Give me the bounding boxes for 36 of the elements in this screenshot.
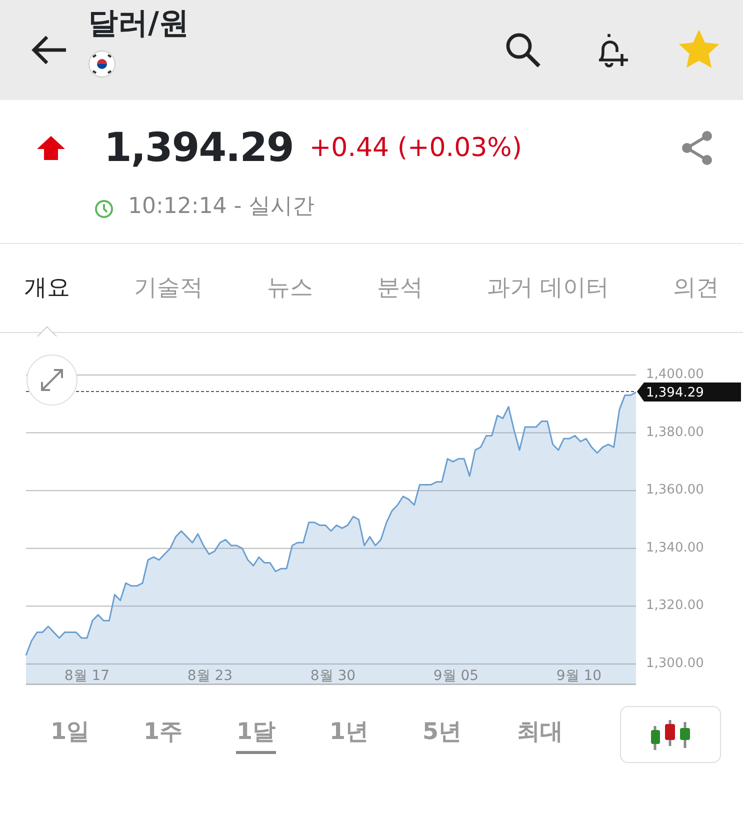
range-tab[interactable]: 1년 [329,714,369,754]
tab[interactable]: 분석 [376,270,423,306]
range-tab[interactable]: 1주 [143,714,183,754]
y-axis-label: 1,320.00 [646,598,704,614]
y-axis-label: 1,360.00 [646,482,704,498]
range-tab[interactable]: 5년 [422,714,462,754]
candlestick-button[interactable] [620,706,721,763]
star-icon[interactable] [679,30,719,70]
share-icon[interactable] [679,130,715,166]
ref-line-label: 1,394.29 [646,386,704,400]
reference-line-label: 1,394.29 [637,382,741,402]
back-icon[interactable] [30,34,68,66]
range-tab[interactable]: 최대 [515,714,565,754]
x-axis-label: 8월 17 [64,668,110,684]
y-axis-label: 1,300.00 [646,656,704,671]
x-axis-label: 9월 05 [433,668,479,684]
tab[interactable]: 의견 [673,270,719,306]
y-axis-label: 1,400.00 [646,367,704,382]
expand-icon[interactable] [26,354,78,406]
price: 1,394.29 [104,124,294,173]
tab[interactable]: 과거 데이터 [486,270,610,306]
candlestick-icon [648,720,692,750]
range-tab[interactable]: 1일 [50,714,90,754]
range-tab[interactable]: 1달 [236,714,276,754]
price-change: +0.44 (+0.03%) [309,132,522,164]
update-time: 10:12:14 - 실시간 [128,193,315,221]
tab[interactable]: 뉴스 [266,270,313,306]
page-title: 달러/원 [88,6,189,42]
y-axis-label: 1,340.00 [646,540,704,556]
x-axis-label: 8월 23 [187,668,233,684]
y-axis-label: 1,380.00 [646,424,704,440]
flag-icon [88,50,116,78]
tab[interactable]: 기술적 [134,270,203,306]
x-axis-label: 9월 10 [556,668,602,684]
x-axis-label: 8월 30 [310,668,356,684]
tab[interactable]: 개요 [24,270,70,306]
